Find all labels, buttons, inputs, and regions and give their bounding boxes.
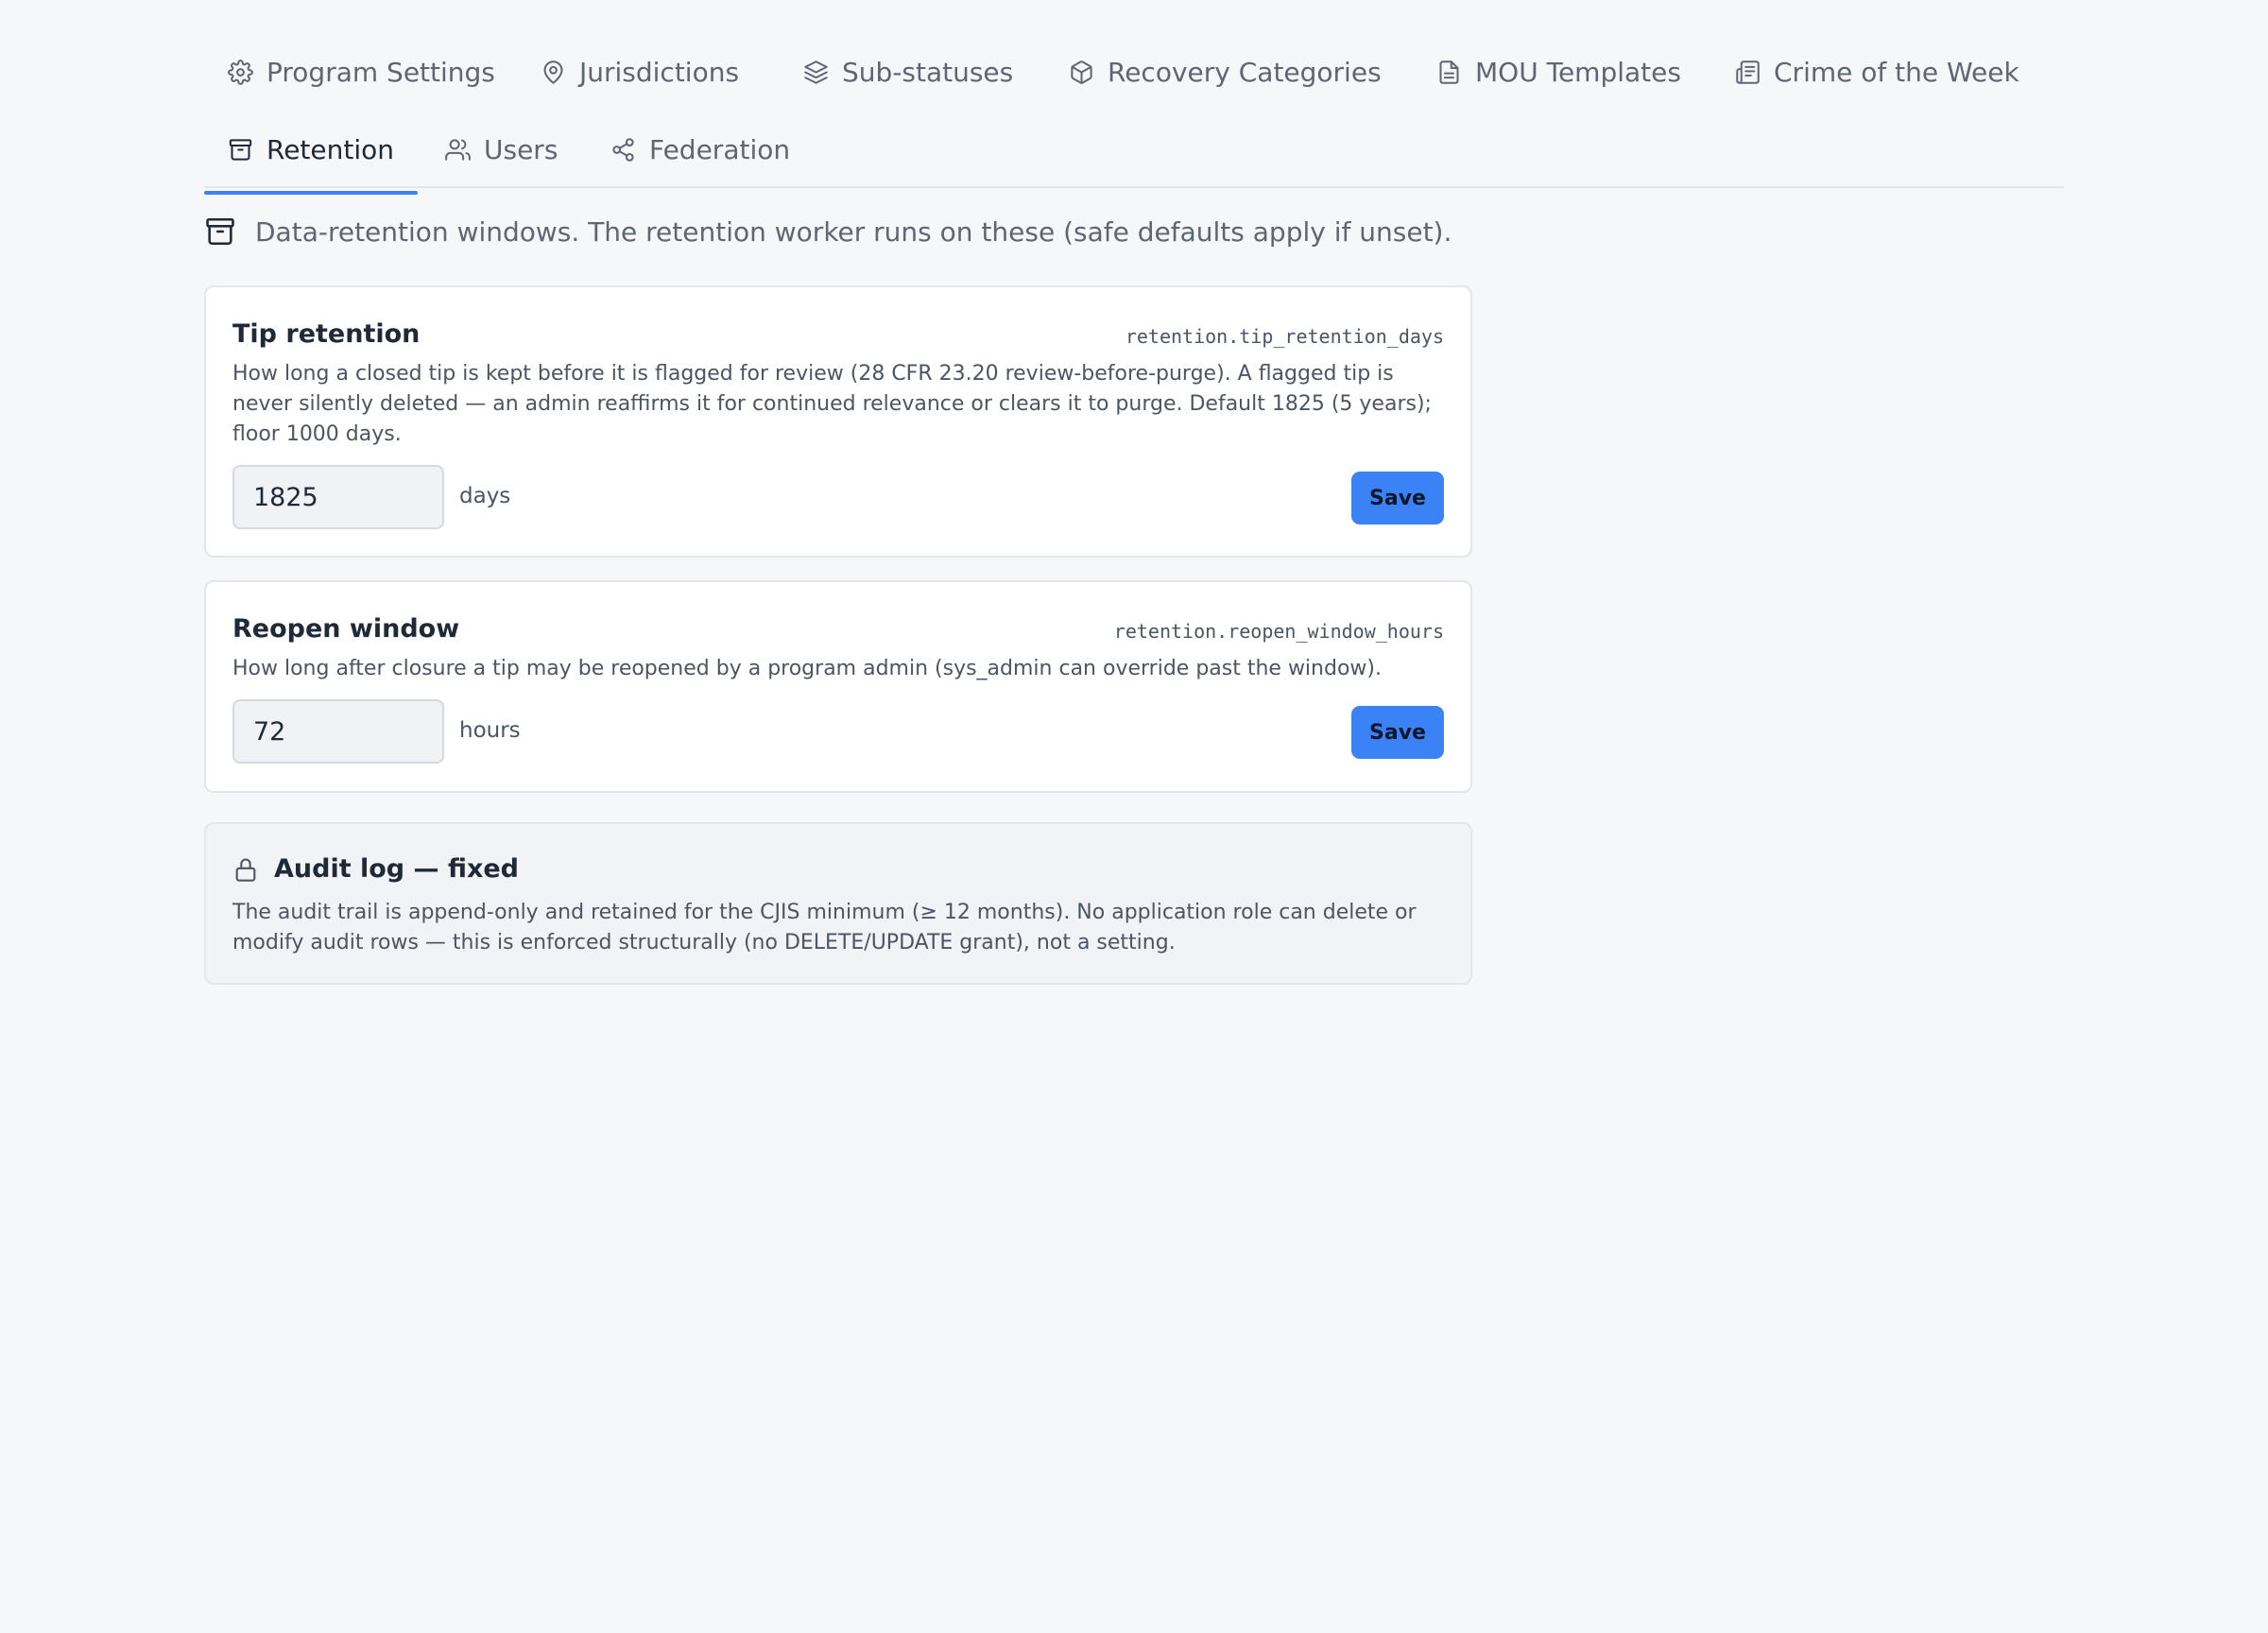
tab-label: Retention bbox=[266, 133, 395, 165]
tab-label: Sub-statuses bbox=[842, 56, 1014, 88]
save-button[interactable]: Save bbox=[1351, 706, 1444, 759]
document-icon bbox=[1439, 60, 1459, 84]
tip-retention-days-input[interactable] bbox=[232, 465, 444, 529]
tab-label: Program Settings bbox=[266, 56, 495, 88]
intro-text: Data-retention windows. The retention wo… bbox=[255, 215, 1452, 248]
tab-federation[interactable]: Federation bbox=[610, 115, 790, 183]
users-icon bbox=[445, 138, 471, 161]
tab-program-settings[interactable]: Program Settings bbox=[228, 38, 495, 106]
audit-log-title: Audit log — fixed bbox=[274, 854, 520, 884]
audit-log-header: Audit log — fixed bbox=[232, 854, 519, 884]
audit-log-notice: Audit log — fixed The audit trail is app… bbox=[204, 822, 1472, 985]
layers-icon bbox=[804, 60, 828, 84]
setting-key: retention.tip_retention_days bbox=[1125, 325, 1444, 348]
tab-label: MOU Templates bbox=[1475, 56, 1681, 88]
audit-log-description: The audit trail is append-only and retai… bbox=[232, 901, 1417, 954]
tab-users[interactable]: Users bbox=[445, 115, 558, 183]
unit-label: days bbox=[459, 484, 511, 508]
newspaper-icon bbox=[1736, 60, 1760, 84]
tab-label: Federation bbox=[649, 133, 791, 165]
tab-label: Jurisdictions bbox=[579, 56, 740, 88]
tab-label: Recovery Categories bbox=[1108, 56, 1382, 88]
share-icon bbox=[612, 137, 634, 162]
unit-label: hours bbox=[459, 718, 521, 743]
reopen-window-card: Reopen window retention.reopen_window_ho… bbox=[204, 580, 1472, 793]
card-title: Tip retention bbox=[232, 319, 421, 349]
tab-crime-of-the-week[interactable]: Crime of the Week bbox=[1735, 38, 2019, 106]
settings-tabs: Program Settings Jurisdictions Sub-statu… bbox=[204, 38, 2064, 195]
archive-icon bbox=[229, 138, 252, 161]
reopen-window-hours-input[interactable] bbox=[232, 699, 444, 764]
card-description: How long a closed tip is kept before it … bbox=[232, 362, 1432, 446]
tab-jurisdictions[interactable]: Jurisdictions bbox=[541, 38, 739, 106]
tab-sub-statuses[interactable]: Sub-statuses bbox=[803, 38, 1013, 106]
card-title: Reopen window bbox=[232, 614, 460, 644]
tab-label: Users bbox=[484, 133, 558, 165]
gear-icon bbox=[228, 59, 253, 85]
tab-retention[interactable]: Retention bbox=[204, 115, 419, 195]
lock-icon bbox=[235, 858, 256, 882]
archive-icon bbox=[206, 217, 234, 246]
tip-retention-card: Tip retention retention.tip_retention_da… bbox=[204, 285, 1472, 558]
tab-recovery-categories[interactable]: Recovery Categories bbox=[1069, 38, 1382, 106]
retention-intro: Data-retention windows. The retention wo… bbox=[204, 215, 1452, 248]
setting-key: retention.reopen_window_hours bbox=[1113, 620, 1444, 643]
card-description: How long after closure a tip may be reop… bbox=[232, 657, 1382, 680]
map-pin-icon bbox=[543, 60, 563, 84]
tab-mou-templates[interactable]: MOU Templates bbox=[1436, 38, 1681, 106]
active-tab-indicator bbox=[204, 191, 419, 195]
package-icon bbox=[1071, 60, 1092, 84]
save-button[interactable]: Save bbox=[1351, 472, 1444, 524]
tab-label: Crime of the Week bbox=[1774, 56, 2019, 88]
